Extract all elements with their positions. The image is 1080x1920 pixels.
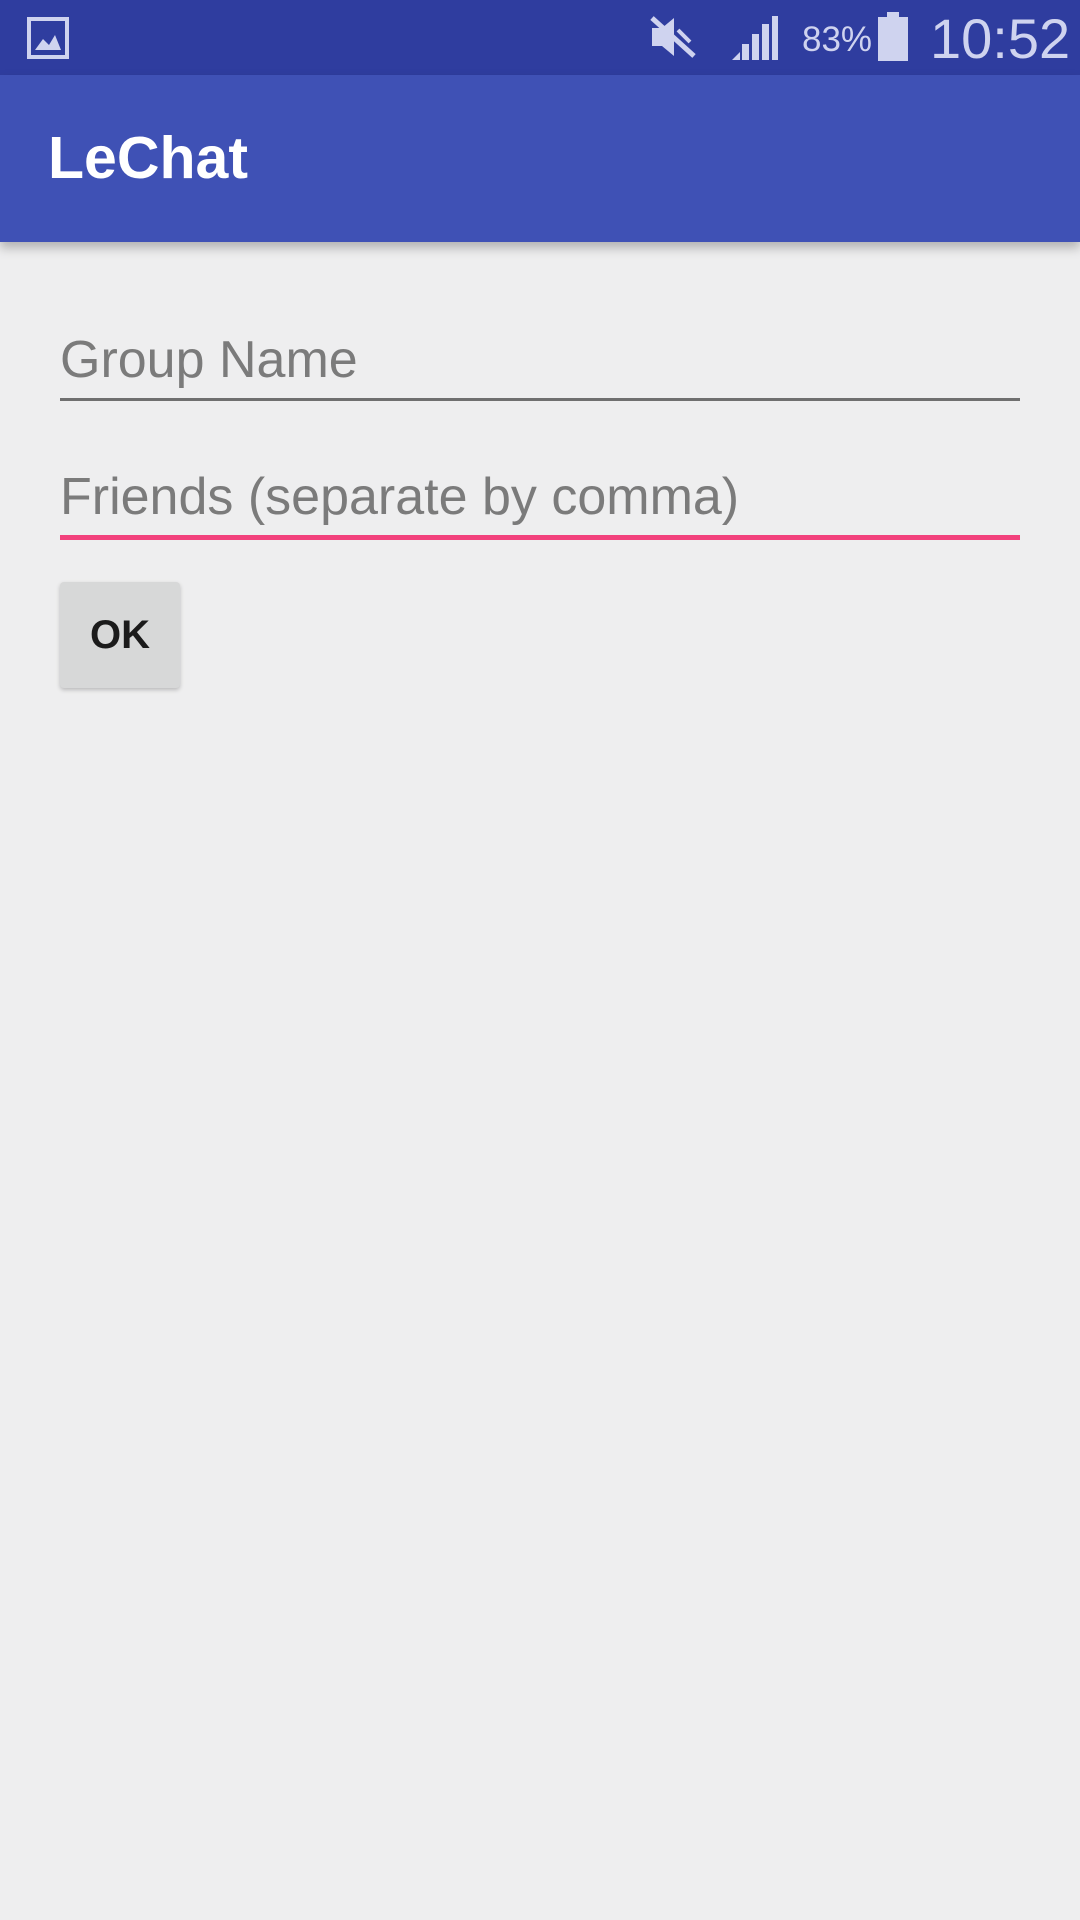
screen: 83% 10:52 LeChat OK <box>0 0 1080 1920</box>
group-name-underline <box>60 398 1020 401</box>
friends-input[interactable] <box>60 462 1020 532</box>
friends-field[interactable] <box>60 462 1020 542</box>
clock: 10:52 <box>930 7 1071 70</box>
ok-button[interactable]: OK <box>60 582 180 688</box>
group-name-field[interactable] <box>60 325 1020 405</box>
group-name-input[interactable] <box>60 325 1020 395</box>
app-bar: LeChat <box>0 75 1080 242</box>
app-title: LeChat <box>48 125 248 191</box>
status-bar: 83% 10:52 <box>0 0 1080 75</box>
signal-icon <box>730 14 778 62</box>
battery-icon <box>876 12 910 62</box>
mute-icon <box>648 14 698 60</box>
battery-percent: 83% <box>802 20 873 59</box>
gallery-icon <box>27 17 69 59</box>
friends-underline <box>60 535 1020 540</box>
